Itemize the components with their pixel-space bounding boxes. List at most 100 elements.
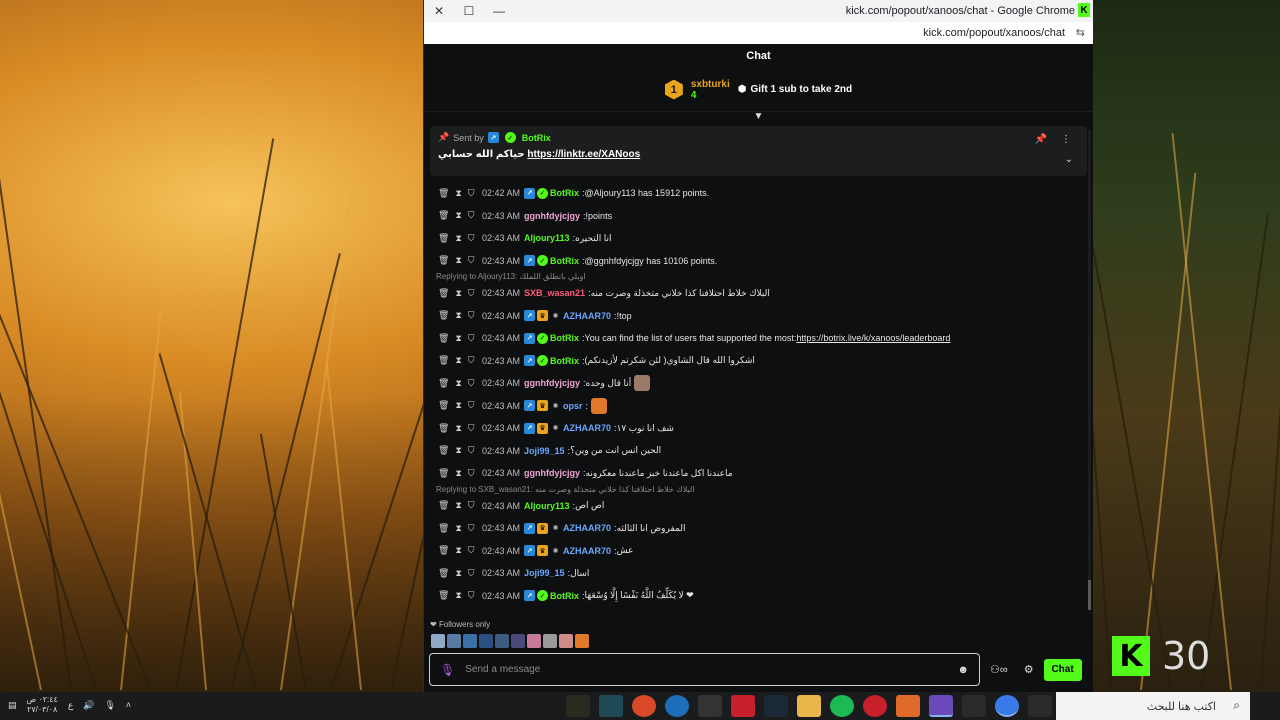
timeout-icon[interactable]: ⧗: [455, 255, 461, 266]
clock[interactable]: ٠٢:٤٤ ص ٢٧/٠٣/٠٨: [27, 695, 58, 715]
app-icon[interactable]: [566, 695, 590, 717]
ban-icon[interactable]: ⛉: [468, 400, 475, 411]
chrome-icon[interactable]: [995, 695, 1019, 717]
message-username[interactable]: BotRix: [550, 188, 579, 198]
delete-icon[interactable]: 🗑: [438, 210, 449, 221]
emote[interactable]: [495, 634, 509, 648]
site-settings-icon[interactable]: ⇆: [1076, 26, 1085, 39]
timeout-icon[interactable]: ⧗: [455, 545, 461, 556]
timeout-icon[interactable]: ⧗: [455, 288, 461, 299]
message-username[interactable]: Joji99_15: [524, 568, 565, 578]
timeout-icon[interactable]: ⧗: [455, 523, 461, 534]
pinned-link[interactable]: https://linktr.ee/XANoos: [527, 149, 640, 160]
send-chat-button[interactable]: Chat: [1043, 658, 1082, 681]
message-username[interactable]: BotRix: [550, 256, 579, 266]
timeout-icon[interactable]: ⧗: [455, 378, 461, 389]
chevron-down-icon[interactable]: ▼: [424, 112, 1093, 124]
emoji-icon[interactable]: ☻: [957, 664, 969, 676]
message-username[interactable]: ggnhfdyjcjgy: [524, 211, 580, 221]
ban-icon[interactable]: ⛉: [468, 545, 475, 556]
ban-icon[interactable]: ⛉: [468, 423, 475, 434]
delete-icon[interactable]: 🗑: [438, 468, 449, 479]
emote[interactable]: [511, 634, 525, 648]
ban-icon[interactable]: ⛉: [468, 500, 475, 511]
app-icon[interactable]: [731, 695, 755, 717]
app-icon[interactable]: [929, 695, 953, 717]
unpin-icon[interactable]: 📌: [1035, 134, 1047, 145]
folder-icon[interactable]: [797, 695, 821, 717]
app-icon[interactable]: [632, 695, 656, 717]
epic-games-icon[interactable]: [962, 695, 986, 717]
message-username[interactable]: AZHAAR70: [563, 423, 611, 433]
timeout-icon[interactable]: ⧗: [455, 310, 461, 321]
message-username[interactable]: Joji99_15: [524, 446, 565, 456]
pinned-sender[interactable]: BotRix: [522, 133, 551, 143]
chat-message-input[interactable]: [465, 664, 958, 675]
ban-icon[interactable]: ⛉: [468, 568, 475, 579]
channel-points-icon[interactable]: ⚇∞: [990, 663, 1008, 676]
spotify-icon[interactable]: [830, 695, 854, 717]
timeout-icon[interactable]: ⧗: [455, 568, 461, 579]
delete-icon[interactable]: 🗑: [438, 333, 449, 344]
reply-context[interactable]: Replying to Aljoury113: اوبلي بانطلق الل…: [424, 272, 1093, 282]
delete-icon[interactable]: 🗑: [438, 288, 449, 299]
microphone-icon[interactable]: 🎙: [104, 700, 115, 711]
delete-icon[interactable]: 🗑: [438, 500, 449, 511]
minimize-icon[interactable]: —: [484, 0, 514, 22]
app-icon[interactable]: [863, 695, 887, 717]
ban-icon[interactable]: ⛉: [468, 233, 475, 244]
delete-icon[interactable]: 🗑: [438, 378, 449, 389]
timeout-icon[interactable]: ⧗: [455, 500, 461, 511]
timeout-icon[interactable]: ⧗: [455, 233, 461, 244]
delete-icon[interactable]: 🗑: [438, 545, 449, 556]
notifications-icon[interactable]: ▤: [8, 700, 17, 711]
delete-icon[interactable]: 🗑: [438, 590, 449, 601]
message-username[interactable]: ggnhfdyjcjgy: [524, 468, 580, 478]
message-username[interactable]: BotRix: [550, 333, 579, 343]
ban-icon[interactable]: ⛉: [468, 310, 475, 321]
microphone-icon[interactable]: 🎙: [440, 663, 455, 677]
timeout-icon[interactable]: ⧗: [455, 333, 461, 344]
ban-icon[interactable]: ⛉: [468, 468, 475, 479]
message-username[interactable]: opsr: [563, 401, 583, 411]
task-view-icon[interactable]: [1028, 695, 1052, 717]
message-username[interactable]: BotRix: [550, 591, 579, 601]
message-username[interactable]: Aljoury113: [524, 233, 570, 243]
volume-icon[interactable]: 🔊: [83, 700, 94, 711]
reply-context[interactable]: Replying to SXB_wasan21: البلاك خلاط احت…: [424, 485, 1093, 495]
ban-icon[interactable]: ⛉: [468, 210, 475, 221]
emote[interactable]: [431, 634, 445, 648]
start-button[interactable]: [1250, 692, 1280, 720]
chevron-up-icon[interactable]: ˄: [126, 700, 131, 710]
emote[interactable]: [591, 397, 608, 414]
timeout-icon[interactable]: ⧗: [455, 445, 461, 456]
emote[interactable]: [559, 634, 573, 648]
steam-icon[interactable]: [764, 695, 788, 717]
timeout-icon[interactable]: ⧗: [455, 423, 461, 434]
maximize-icon[interactable]: ☐: [454, 0, 484, 22]
gift-prompt[interactable]: ⬢ Gift 1 sub to take 2nd: [738, 84, 852, 95]
chevron-down-icon[interactable]: ⌄: [1065, 154, 1073, 165]
delete-icon[interactable]: 🗑: [438, 188, 449, 199]
timeout-icon[interactable]: ⧗: [455, 590, 461, 601]
edge-icon[interactable]: [665, 695, 689, 717]
delete-icon[interactable]: 🗑: [438, 355, 449, 366]
emote[interactable]: [479, 634, 493, 648]
ban-icon[interactable]: ⛉: [468, 445, 475, 456]
delete-icon[interactable]: 🗑: [438, 400, 449, 411]
emote[interactable]: [543, 634, 557, 648]
language-indicator[interactable]: ع: [68, 700, 73, 711]
app-icon[interactable]: [896, 695, 920, 717]
ban-icon[interactable]: ⛉: [468, 188, 475, 199]
delete-icon[interactable]: 🗑: [438, 310, 449, 321]
message-username[interactable]: SXB_wasan21: [524, 288, 585, 298]
emote[interactable]: [575, 634, 589, 648]
message-username[interactable]: ggnhfdyjcjgy: [524, 378, 580, 388]
timeout-icon[interactable]: ⧗: [455, 468, 461, 479]
delete-icon[interactable]: 🗑: [438, 233, 449, 244]
gear-icon[interactable]: ⚙: [1024, 663, 1034, 676]
close-icon[interactable]: ✕: [424, 0, 454, 22]
message-username[interactable]: AZHAAR70: [563, 311, 611, 321]
message-username[interactable]: Aljoury113: [524, 501, 570, 511]
message-username[interactable]: BotRix: [550, 356, 579, 366]
